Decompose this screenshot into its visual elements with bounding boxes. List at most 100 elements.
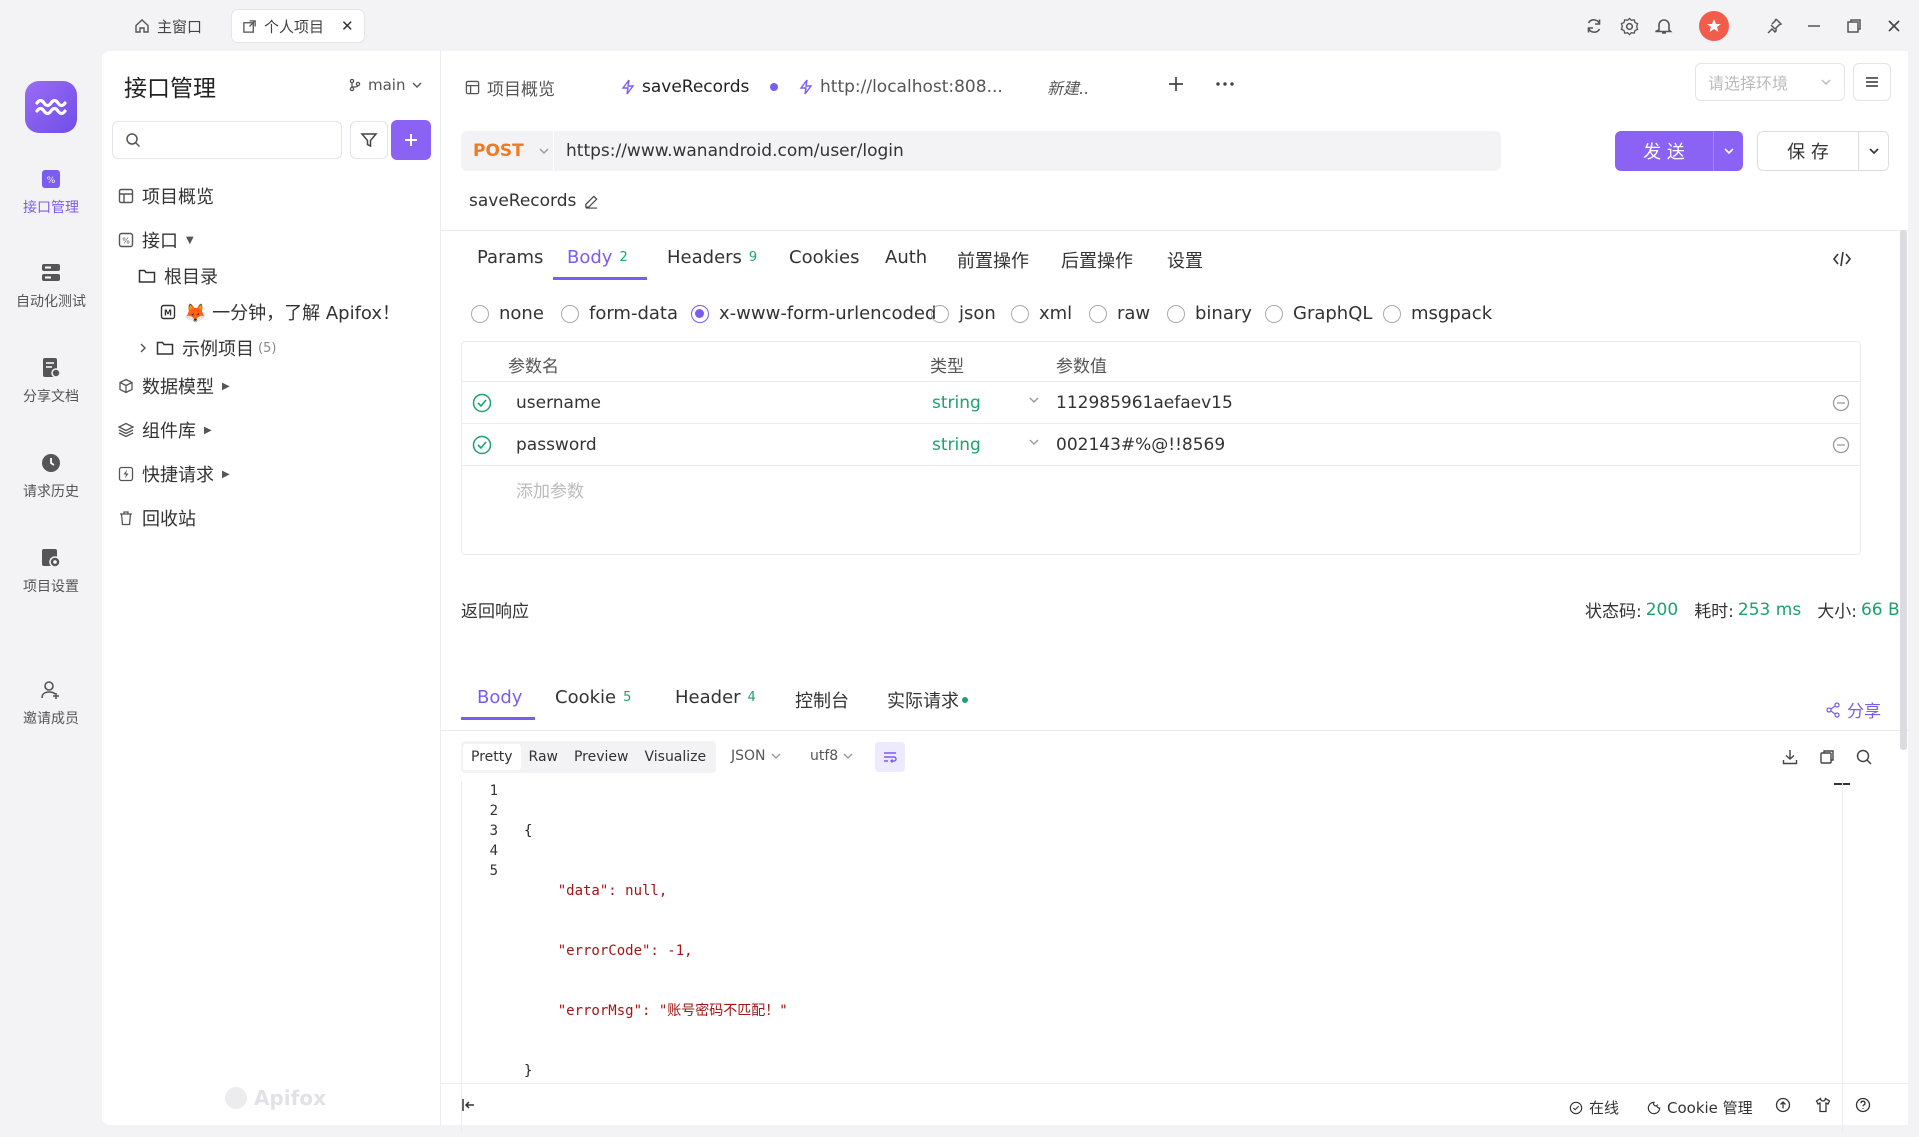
main-scrollbar[interactable] <box>1900 230 1907 750</box>
radio-json[interactable]: json <box>931 303 996 324</box>
subtab-settings[interactable]: 设置 <box>1167 247 1203 273</box>
restore-window-icon[interactable] <box>1842 14 1866 38</box>
upload-circle-icon[interactable] <box>1775 1097 1791 1113</box>
send-button[interactable]: 发 送 <box>1615 131 1713 171</box>
close-tab-icon[interactable]: ✕ <box>341 17 354 35</box>
remove-row-icon[interactable] <box>1832 394 1850 412</box>
param-name[interactable]: password <box>516 435 597 455</box>
code-snippet-icon[interactable] <box>1832 250 1852 268</box>
new-tab-plus-icon[interactable] <box>1165 73 1187 95</box>
add-button[interactable] <box>391 120 431 160</box>
response-tab-body[interactable]: Body <box>477 687 522 708</box>
rail-share-docs[interactable]: 分享文档 <box>0 356 102 406</box>
view-mode-raw[interactable]: Raw <box>521 744 566 770</box>
radio-urlencoded[interactable]: x-www-form-urlencoded <box>691 303 936 324</box>
tree-item-recycle[interactable]: 回收站 <box>118 505 196 531</box>
subtab-body[interactable]: Body 2 <box>567 247 628 268</box>
param-value[interactable]: 002143#%@!!8569 <box>1056 435 1225 455</box>
edit-pencil-icon[interactable] <box>584 194 599 209</box>
pin-icon[interactable] <box>1762 14 1786 38</box>
environment-select[interactable]: 请选择环境 <box>1695 63 1845 101</box>
tab-new[interactable]: 新建.. <box>1047 71 1089 103</box>
tree-item-overview[interactable]: 项目概览 <box>118 183 214 209</box>
radio-xml[interactable]: xml <box>1011 303 1072 324</box>
subtab-params[interactable]: Params <box>477 247 543 268</box>
view-mode-preview[interactable]: Preview <box>566 744 637 770</box>
help-icon[interactable] <box>1855 1097 1871 1113</box>
minimize-icon[interactable] <box>1802 14 1826 38</box>
save-dropdown-button[interactable] <box>1859 131 1889 171</box>
tree-item-doc[interactable]: M 🦊 一分钟，了解 Apifox！ <box>160 299 400 325</box>
rail-invite-member[interactable]: 邀请成员 <box>0 678 102 728</box>
response-tab-header[interactable]: Header 4 <box>675 687 756 708</box>
param-name[interactable]: username <box>516 393 601 413</box>
settings-gear-icon[interactable] <box>1617 14 1641 38</box>
avatar[interactable] <box>1699 11 1729 41</box>
request-name[interactable]: saveRecords <box>469 191 599 211</box>
subtab-cookies[interactable]: Cookies <box>789 247 859 268</box>
radio-graphql[interactable]: GraphQL <box>1265 303 1372 324</box>
response-tab-cookie[interactable]: Cookie 5 <box>555 687 631 708</box>
tree-item-examples[interactable]: 示例项目 (5) <box>138 335 276 361</box>
shirt-theme-icon[interactable] <box>1815 1097 1831 1113</box>
tab-localhost[interactable]: http://localhost:808... <box>799 71 1003 103</box>
view-mode-pretty[interactable]: Pretty <box>463 744 521 770</box>
search-icon[interactable] <box>1855 748 1873 766</box>
view-mode-visualize[interactable]: Visualize <box>636 744 714 770</box>
tree-item-root[interactable]: 根目录 <box>138 263 218 289</box>
radio-none[interactable]: none <box>471 303 544 324</box>
response-tab-console[interactable]: 控制台 <box>795 687 849 713</box>
menu-button[interactable] <box>1853 63 1891 101</box>
response-code-viewer[interactable]: 1 2 3 4 5 { "data": null, "errorCode": -… <box>461 781 1861 1133</box>
collapse-sidebar-icon[interactable] <box>461 1097 477 1113</box>
radio-form-data[interactable]: form-data <box>561 303 678 324</box>
tree-item-data-models[interactable]: 数据模型 ▶ <box>118 373 230 399</box>
refresh-icon[interactable] <box>1582 14 1606 38</box>
param-type[interactable]: string <box>932 435 981 455</box>
subtab-pre-processors[interactable]: 前置操作 <box>957 247 1029 273</box>
window-tab-main[interactable]: 主窗口 <box>134 10 202 42</box>
subtab-headers[interactable]: Headers 9 <box>667 247 757 268</box>
subtab-post-processors[interactable]: 后置操作 <box>1061 247 1133 273</box>
notification-bell-icon[interactable] <box>1652 14 1676 38</box>
send-dropdown-button[interactable] <box>1713 131 1743 171</box>
check-circle-icon[interactable] <box>472 435 492 455</box>
radio-binary[interactable]: binary <box>1167 303 1252 324</box>
download-icon[interactable] <box>1781 748 1799 766</box>
remove-row-icon[interactable] <box>1832 436 1850 454</box>
share-button[interactable]: 分享 <box>1825 697 1881 722</box>
online-status[interactable]: 在线 <box>1569 1097 1619 1118</box>
rail-automation-test[interactable]: 自动化测试 <box>0 261 102 311</box>
encoding-select[interactable]: utf8 <box>810 748 854 764</box>
tree-item-components[interactable]: 组件库 ▶ <box>118 417 212 443</box>
rail-project-settings[interactable]: 项目设置 <box>0 546 102 596</box>
param-value[interactable]: 112985961aefaev15 <box>1056 393 1233 413</box>
window-tab-project[interactable]: 个人项目 ✕ <box>232 10 364 42</box>
word-wrap-button[interactable] <box>875 742 905 772</box>
save-button[interactable]: 保 存 <box>1757 131 1859 171</box>
scrollbar-track[interactable] <box>1842 781 1843 1133</box>
cookie-manager[interactable]: Cookie 管理 <box>1647 1097 1753 1118</box>
rail-request-history[interactable]: 请求历史 <box>0 451 102 501</box>
check-circle-icon[interactable] <box>472 393 492 413</box>
radio-msgpack[interactable]: msgpack <box>1383 303 1492 324</box>
response-tab-actual-request[interactable]: 实际请求 <box>887 687 968 713</box>
tab-save-records[interactable]: saveRecords <box>621 71 779 103</box>
branch-selector[interactable]: main <box>348 76 423 94</box>
close-window-icon[interactable] <box>1882 14 1906 38</box>
sidebar-search-input[interactable] <box>112 121 342 159</box>
tree-item-api[interactable]: % 接口 ▼ <box>118 227 194 253</box>
more-options-icon[interactable] <box>1214 73 1236 95</box>
url-input[interactable]: https://www.wanandroid.com/user/login <box>566 141 904 161</box>
copy-icon[interactable] <box>1818 748 1836 766</box>
rail-api-management[interactable]: % 接口管理 <box>0 167 102 217</box>
chevron-down-icon[interactable] <box>1028 436 1040 448</box>
method-select[interactable]: POST <box>461 141 549 161</box>
chevron-down-icon[interactable] <box>1028 394 1040 406</box>
param-type[interactable]: string <box>932 393 981 413</box>
filter-button[interactable] <box>350 121 388 159</box>
tab-project-overview[interactable]: 项目概览 <box>465 71 555 103</box>
subtab-auth[interactable]: Auth <box>885 247 927 268</box>
format-select[interactable]: JSON <box>731 748 782 764</box>
tree-item-quick-request[interactable]: 快捷请求 ▶ <box>118 461 230 487</box>
